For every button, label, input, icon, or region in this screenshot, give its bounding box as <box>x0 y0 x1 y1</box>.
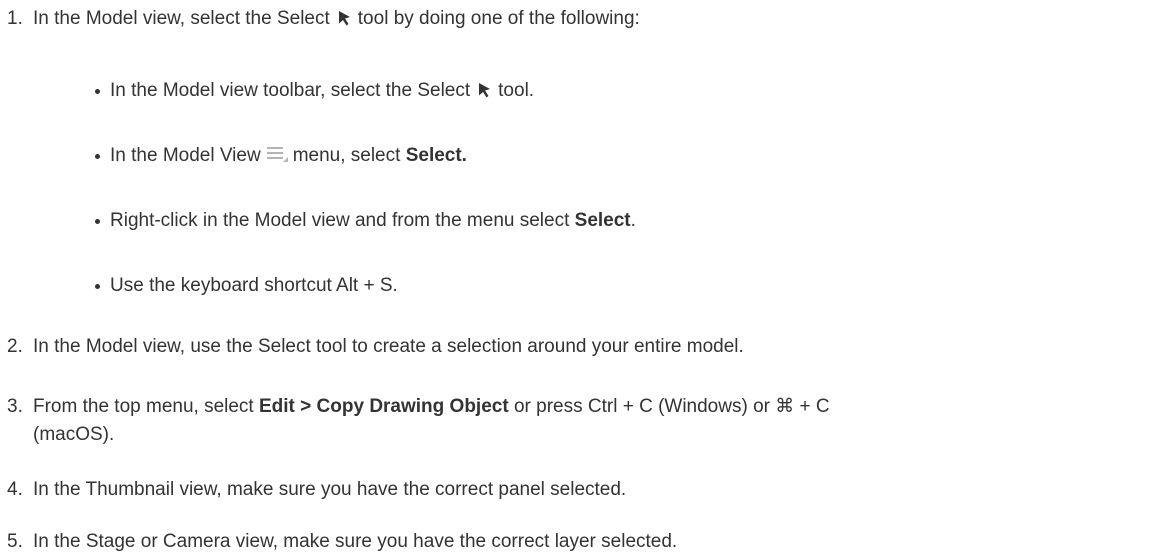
step-number: 3. <box>7 396 23 417</box>
step-text: In the Model view, use the Select tool t… <box>33 336 744 357</box>
step-4: 4. In the Thumbnail view, make sure you … <box>0 476 1151 504</box>
bullet-text-after: tool. <box>498 80 535 101</box>
bullet-text-before: In the Model view toolbar, select the Se… <box>110 80 471 101</box>
step-text-line2: (macOS). <box>33 424 115 445</box>
hamburger-menu-icon <box>266 144 289 172</box>
step-bold-text: Edit > Copy Drawing Object <box>259 396 509 417</box>
step-number: 5. <box>7 531 23 552</box>
step-text: In the Stage or Camera view, make sure y… <box>33 531 678 552</box>
step-text-before: From the top menu, select <box>33 396 254 417</box>
list-item: Use the keyboard shortcut Alt + S. <box>95 272 1135 300</box>
step-text: In the Model view, select the Select tool… <box>33 5 1143 36</box>
select-arrow-icon <box>476 80 492 108</box>
step-3: 3. From the top menu, select Edit > Copy… <box>0 393 1151 449</box>
step-1: 1. In the Model view, select the Select t… <box>0 5 1151 33</box>
step-2: 2. In the Model view, use the Select too… <box>0 333 1151 361</box>
bullet-dot <box>95 154 100 159</box>
bullet-text-before: Right-click in the Model view and from t… <box>110 210 570 231</box>
bullet-dot <box>95 284 100 289</box>
bullet-text-before: In the Model View <box>110 145 261 166</box>
bullet-text-tail: . <box>630 210 636 231</box>
bullet-bold-text: Select <box>574 210 631 231</box>
select-arrow-icon <box>336 8 352 36</box>
list-item: Right-click in the Model view and from t… <box>95 207 1135 235</box>
bullet-dot <box>95 89 100 94</box>
step-number: 1. <box>7 8 23 29</box>
step-text-after: or press Ctrl + C (Windows) or ⌘ + C <box>513 396 830 417</box>
bullet-text: In the Model view toolbar, select the Se… <box>110 77 534 108</box>
list-item: In the Model View menu, select Select. <box>95 142 1135 170</box>
step-5: 5. In the Stage or Camera view, make sur… <box>0 528 1151 556</box>
step-number: 4. <box>7 479 23 500</box>
bullet-text: Use the keyboard shortcut Alt + S. <box>110 275 398 296</box>
step-text: From the top menu, select Edit > Copy Dr… <box>33 393 1143 449</box>
instructions-document: 1. In the Model view, select the Select t… <box>0 0 1151 558</box>
bullet-text: Right-click in the Model view and from t… <box>110 207 636 235</box>
step-text-after: tool by doing one of the following: <box>357 8 640 29</box>
step-number: 2. <box>7 336 23 357</box>
bullet-bold-text: Select. <box>405 145 467 166</box>
step-text: In the Thumbnail view, make sure you hav… <box>33 479 627 500</box>
step-text-before: In the Model view, select the Select <box>33 8 330 29</box>
bullet-text-after: menu, select <box>292 145 401 166</box>
bullet-text: In the Model View menu, select Select. <box>110 142 467 172</box>
bullet-dot <box>95 219 100 224</box>
list-item: In the Model view toolbar, select the Se… <box>95 77 1135 105</box>
